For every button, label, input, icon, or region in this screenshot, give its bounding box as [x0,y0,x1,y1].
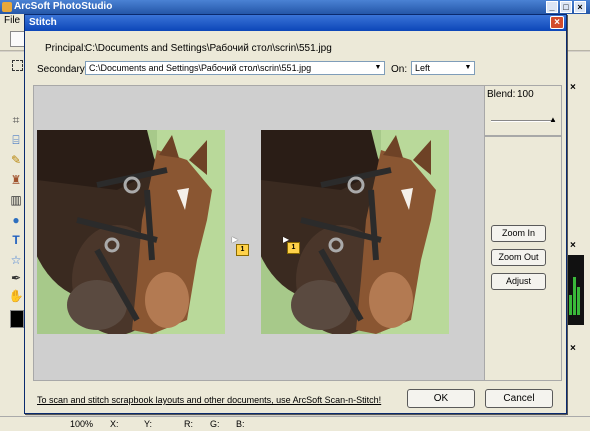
adjust-button[interactable]: Adjust [491,273,546,290]
app-logo-icon [2,2,12,12]
crop-icon[interactable]: ⌸ [8,132,24,148]
b-label: B: [236,419,245,429]
blend-label: Blend: [487,89,516,100]
on-select-value: Left [415,63,431,73]
actions-panel: Zoom In Zoom Out Adjust [484,136,562,381]
lasso-icon[interactable]: ⌗ [8,112,24,128]
drop-icon[interactable]: ● [8,212,24,228]
g-label: G: [210,419,220,429]
blend-slider-thumb[interactable]: ▲ [549,115,557,125]
ok-button[interactable]: OK [407,389,475,408]
chevron-down-icon: ▼ [374,64,382,71]
zoom-in-button[interactable]: Zoom In [491,225,546,242]
r-label: R: [184,419,193,429]
cancel-button[interactable]: Cancel [485,389,553,408]
app-titlebar: ArcSoft PhotoStudio _ □ × [0,0,590,14]
stamp-icon[interactable]: ♜ [8,172,24,188]
pencil-icon[interactable]: ✎ [8,152,24,168]
restore-icon[interactable]: □ [560,1,572,13]
chevron-down-icon: ▼ [464,64,472,71]
panel-close-icon[interactable]: × [570,343,576,354]
stitch-preview-area[interactable]: ▸ 1 ▸ 1 [33,85,485,381]
selection-icon[interactable] [12,60,23,71]
gradient-icon[interactable]: ▥ [8,192,24,208]
shape-icon[interactable]: ☆ [8,252,24,268]
zoom-out-button[interactable]: Zoom Out [491,249,546,266]
blend-panel: Blend: 100 ▲ [484,85,562,136]
app-close-icon[interactable]: × [574,1,586,13]
right-side-panel [566,52,590,422]
scan-n-stitch-link[interactable]: To scan and stitch scrapbook layouts and… [37,395,381,405]
x-label: X: [110,419,119,429]
anchor-marker-right[interactable]: 1 [287,242,300,254]
principal-image[interactable] [37,130,225,334]
anchor-marker-left[interactable]: 1 [236,244,249,256]
secondary-select[interactable]: C:\Documents and Settings\Рабочий стол\s… [85,61,385,75]
eyedropper-icon[interactable]: ✒ [8,270,24,286]
dialog-titlebar: Stitch × [25,15,566,31]
panel-close-icon[interactable]: × [570,82,576,93]
y-label: Y: [144,419,153,429]
blend-slider-track[interactable] [491,120,555,122]
menu-file[interactable]: File [4,15,20,26]
hand-icon[interactable]: ✋ [8,288,24,304]
on-select[interactable]: Left ▼ [411,61,475,75]
status-bar: 100% X: Y: R: G: B: [0,416,590,431]
secondary-select-value: C:\Documents and Settings\Рабочий стол\s… [89,63,312,73]
foreground-color-swatch[interactable] [10,310,24,328]
zoom-readout: 100% [70,419,94,429]
panel-close-icon[interactable]: × [570,240,576,251]
text-icon[interactable]: T [8,232,24,248]
dialog-close-icon[interactable]: × [550,16,564,29]
dialog-title: Stitch [29,17,57,28]
stitch-dialog: Stitch × Principal: C:\Documents and Set… [24,14,567,414]
histogram [566,255,584,325]
principal-path: C:\Documents and Settings\Рабочий стол\s… [85,43,332,54]
blend-value: 100 [517,89,534,100]
principal-label: Principal: [45,43,87,54]
minimize-icon[interactable]: _ [546,1,558,13]
app-window-controls: _ □ × [546,1,586,13]
app-title: ArcSoft PhotoStudio [14,1,113,12]
secondary-label: Secondary: [37,64,88,75]
on-label: On: [391,64,408,75]
